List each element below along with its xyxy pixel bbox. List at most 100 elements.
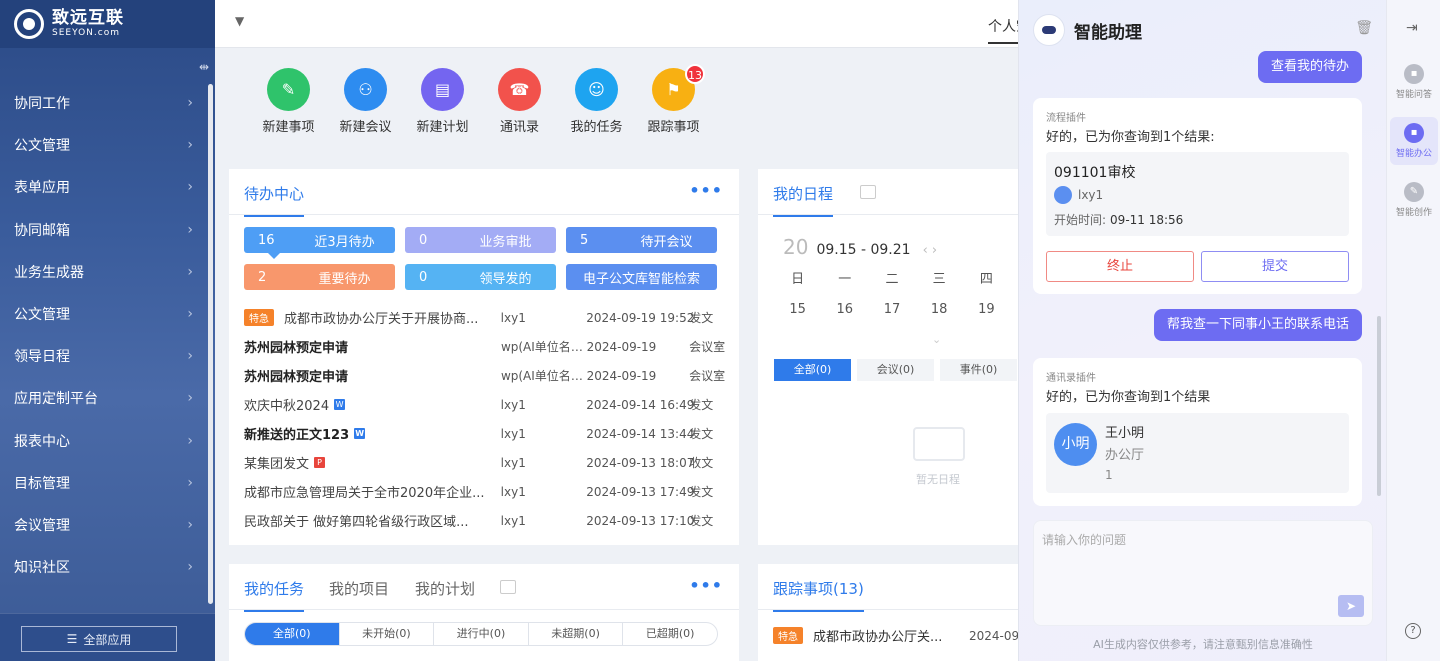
new-plan-icon: ▤: [421, 68, 464, 111]
sidebar-item[interactable]: 协同邮箱 ›: [0, 209, 207, 251]
more-icon[interactable]: •••: [689, 576, 723, 595]
sidebar-item[interactable]: 目标管理 ›: [0, 462, 207, 504]
chevron-right-icon: ›: [187, 559, 193, 576]
help-icon[interactable]: ?: [1405, 623, 1421, 639]
all-apps-button[interactable]: ☰ 全部应用: [21, 626, 177, 652]
contact-result-item[interactable]: 小明 王小明 办公厅 1: [1046, 413, 1349, 493]
urgent-badge: 特急: [244, 309, 274, 326]
tab-my-projects[interactable]: 我的项目: [329, 578, 389, 599]
ai-scrollbar[interactable]: [1377, 316, 1381, 496]
chevron-right-icon: ›: [187, 474, 193, 491]
mail-icon[interactable]: [860, 185, 876, 199]
sidebar-item[interactable]: 报表中心 ›: [0, 420, 207, 462]
rail-item-smart-office[interactable]: ▪ 智能办公: [1390, 117, 1438, 165]
sidebar-item[interactable]: 协同工作 ›: [0, 82, 207, 124]
tab-my-tasks[interactable]: 我的任务: [244, 578, 305, 612]
tab-personal-space[interactable]: 个人空间: [988, 16, 1020, 44]
task-filter-all[interactable]: 全部(0): [245, 623, 340, 645]
sidebar-item[interactable]: 应用定制平台 ›: [0, 377, 207, 419]
quick-contacts[interactable]: ☎ 通讯录: [481, 68, 558, 135]
date-cell[interactable]: 16: [821, 295, 868, 325]
schedule-date-nav: 20 09.15 - 09.21 ‹ ›: [783, 235, 938, 259]
quick-new-plan[interactable]: ▤ 新建计划: [404, 68, 481, 135]
tab-my-schedule[interactable]: 我的日程: [773, 183, 834, 217]
chevron-right-icon: ›: [187, 221, 193, 238]
date-cell[interactable]: 20: [1010, 295, 1018, 325]
table-row[interactable]: 民政部关于 做好第四轮省级行政区域... lxy1 2024-09-13 17:…: [244, 506, 729, 535]
tracking-badge: 13: [685, 64, 705, 84]
table-row[interactable]: 某集团发文 P lxy1 2024-09-13 18:07 收文: [244, 448, 729, 477]
schedule-card: 我的日程 20 09.15 - 09.21 ‹ › 日 一 二 三 四 五 15…: [758, 169, 1018, 545]
sidebar-item[interactable]: 业务生成器 ›: [0, 251, 207, 293]
stat-from-leaders[interactable]: 0 领导发的: [405, 264, 556, 290]
rail-item-smart-qa[interactable]: ▪ 智能问答: [1390, 58, 1438, 106]
flow-result-item[interactable]: 091101审校 lxy1 开始时间: 09-11 18:56: [1046, 152, 1349, 236]
tab-todo-center[interactable]: 待办中心: [244, 183, 305, 217]
collapse-sidebar-icon[interactable]: ⇹: [199, 60, 209, 74]
doc-smart-search-button[interactable]: 电子公文库智能检索: [566, 264, 717, 290]
stat-important-todo[interactable]: 2 重要待办: [244, 264, 395, 290]
task-filter-overdue[interactable]: 已超期(0): [623, 623, 717, 645]
sidebar-item[interactable]: 知识社区 ›: [0, 546, 207, 588]
tab-my-plans[interactable]: 我的计划: [415, 578, 475, 599]
filter-all[interactable]: 全部(0): [774, 359, 851, 381]
collapse-panel-icon[interactable]: ⇥: [1406, 20, 1418, 36]
quick-new-meeting[interactable]: ⚇ 新建会议: [327, 68, 404, 135]
date-cell[interactable]: 18: [916, 295, 963, 325]
chevron-right-icon: ›: [187, 390, 193, 407]
sidebar-item[interactable]: 公文管理 ›: [0, 293, 207, 335]
table-row[interactable]: 苏州园林预定申请 wp(AI单位名称) 2024-09-19 会议室: [244, 361, 729, 390]
date-cell[interactable]: 15: [774, 295, 821, 325]
stop-button[interactable]: 终止: [1046, 251, 1194, 282]
tab-tracking[interactable]: 跟踪事项(13): [773, 578, 864, 612]
my-tasks-icon: ☺: [575, 68, 618, 111]
stat-recent-todo[interactable]: 16 近3月待办: [244, 227, 395, 259]
table-row[interactable]: 新推送的正文123 W lxy1 2024-09-14 13:44 发文: [244, 419, 729, 448]
table-row[interactable]: 欢庆中秋2024 W lxy1 2024-09-14 16:49 发文: [244, 390, 729, 419]
user-message: 帮我查一下同事小王的联系电话: [1153, 309, 1362, 341]
robot-icon: [1033, 14, 1065, 46]
date-cell[interactable]: 19: [963, 295, 1010, 325]
tracking-card: 跟踪事项(13) 特急 成都市政协办公厅关... 2024-09-19: [758, 564, 1018, 661]
sidebar-item[interactable]: 公文管理 ›: [0, 124, 207, 166]
trash-icon[interactable]: 🗑: [1355, 20, 1373, 36]
space-dropdown-icon[interactable]: ▼: [235, 14, 244, 28]
avatar: 小明: [1054, 423, 1097, 466]
task-filter-not-started[interactable]: 未开始(0): [340, 623, 435, 645]
ai-rail: ⇥ ▪ 智能问答 ▪ 智能办公 ✎ 智能创作 ?: [1386, 0, 1440, 661]
send-icon[interactable]: ➤: [1338, 595, 1364, 617]
more-icon[interactable]: •••: [689, 181, 723, 200]
stat-pending-meetings[interactable]: 5 待开会议: [566, 227, 717, 253]
word-doc-icon: W: [334, 399, 346, 410]
expand-chevron-icon[interactable]: ⌄: [932, 333, 941, 346]
contact-result-card: 通讯录插件 好的，已为你查询到1个结果 小明 王小明 办公厅 1: [1033, 358, 1362, 506]
brand-en: SEEYON.com: [52, 28, 120, 38]
chat-icon: ▪: [1404, 64, 1424, 84]
filter-event[interactable]: 事件(0): [940, 359, 1017, 381]
tracking-icon: ⚑ 13: [652, 64, 705, 111]
filter-meeting[interactable]: 会议(0): [857, 359, 934, 381]
quick-new-item[interactable]: ✎ 新建事项: [250, 68, 327, 135]
task-filter-not-overdue[interactable]: 未超期(0): [529, 623, 624, 645]
quick-tracking[interactable]: ⚑ 13 跟踪事项: [635, 64, 712, 135]
quick-actions: ✎ 新建事项 ⚇ 新建会议 ▤ 新建计划 ☎ 通讯录 ☺ 我的任务 ⚑ 13 跟…: [250, 64, 712, 135]
rail-item-smart-create[interactable]: ✎ 智能创作: [1390, 176, 1438, 224]
submit-button[interactable]: 提交: [1201, 251, 1349, 282]
question-input[interactable]: 请输入你的问题 ➤: [1033, 520, 1373, 626]
sidebar-scrollbar[interactable]: [208, 84, 213, 604]
chevron-right-icon: ›: [187, 137, 193, 154]
table-row[interactable]: 特急 成都市政协办公厅关... 2024-09-19: [773, 626, 1018, 645]
mail-icon[interactable]: [500, 580, 516, 594]
table-row[interactable]: 苏州园林预定申请 wp(AI单位名称) 2024-09-19 会议室: [244, 332, 729, 361]
stat-business-approval[interactable]: 0 业务审批: [405, 227, 556, 253]
table-row[interactable]: 特急 成都市政协办公厅关于开展协商... lxy1 2024-09-19 19:5…: [244, 303, 729, 332]
task-filter-in-progress[interactable]: 进行中(0): [434, 623, 529, 645]
sidebar-item[interactable]: 会议管理 ›: [0, 504, 207, 546]
logo[interactable]: 致远互联 SEEYON.com: [0, 0, 215, 48]
table-row[interactable]: 成都市应急管理局关于全市2020年企业... lxy1 2024-09-13 1…: [244, 477, 729, 506]
sidebar-item[interactable]: 表单应用 ›: [0, 166, 207, 208]
quick-my-tasks[interactable]: ☺ 我的任务: [558, 68, 635, 135]
sidebar-item[interactable]: 领导日程 ›: [0, 335, 207, 377]
date-cell[interactable]: 17: [868, 295, 915, 325]
week-nav-arrows-icon[interactable]: ‹ ›: [923, 243, 938, 258]
